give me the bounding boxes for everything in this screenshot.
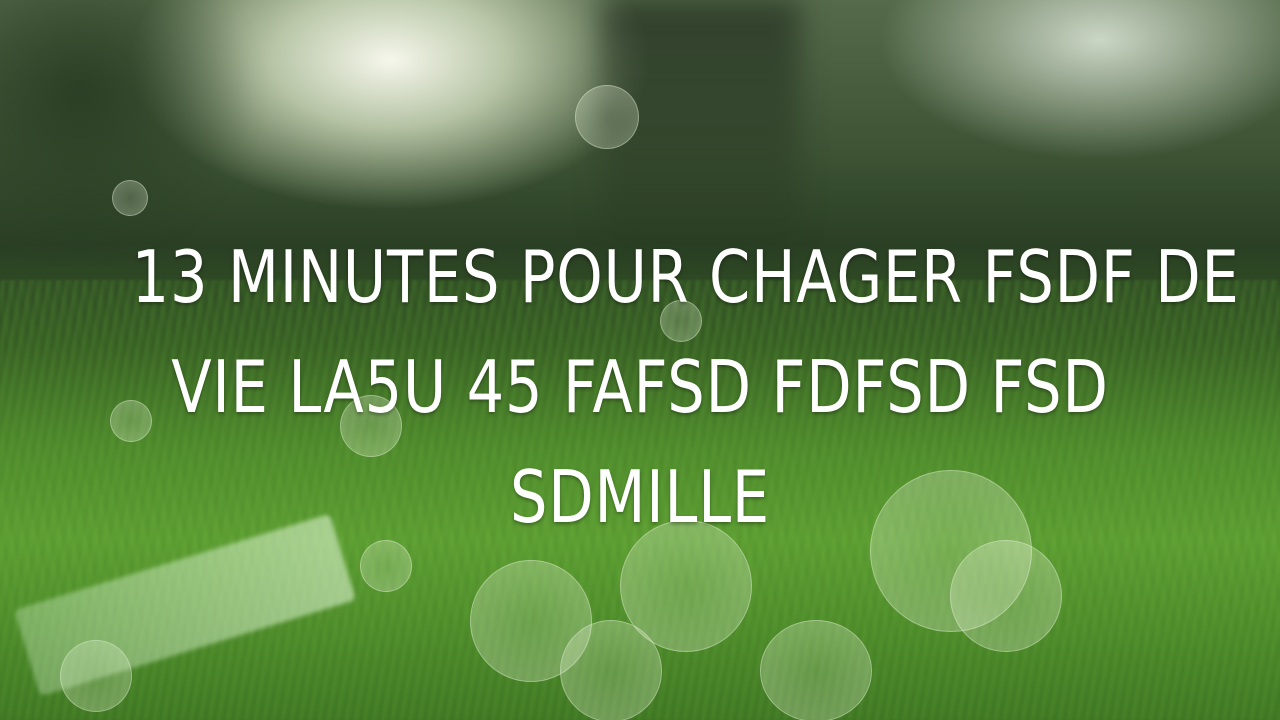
caption-line: VIE LA5U 45 FAFSD FDFSD FSD bbox=[171, 345, 1109, 429]
caption-line: SDMILLE bbox=[509, 455, 771, 539]
video-frame: 13 MINUTES POUR CHAGER FSDF DE VIE LA5U … bbox=[0, 0, 1280, 720]
bokeh-circle bbox=[760, 620, 872, 720]
bokeh-circle bbox=[950, 540, 1062, 652]
video-caption: 13 MINUTES POUR CHAGER FSDF DE VIE LA5U … bbox=[131, 222, 1240, 552]
caption-line: 13 MINUTES POUR CHAGER FSDF DE bbox=[131, 235, 1240, 319]
background-trees bbox=[0, 0, 260, 260]
bokeh-circle bbox=[575, 85, 639, 149]
bokeh-circle bbox=[112, 180, 148, 216]
